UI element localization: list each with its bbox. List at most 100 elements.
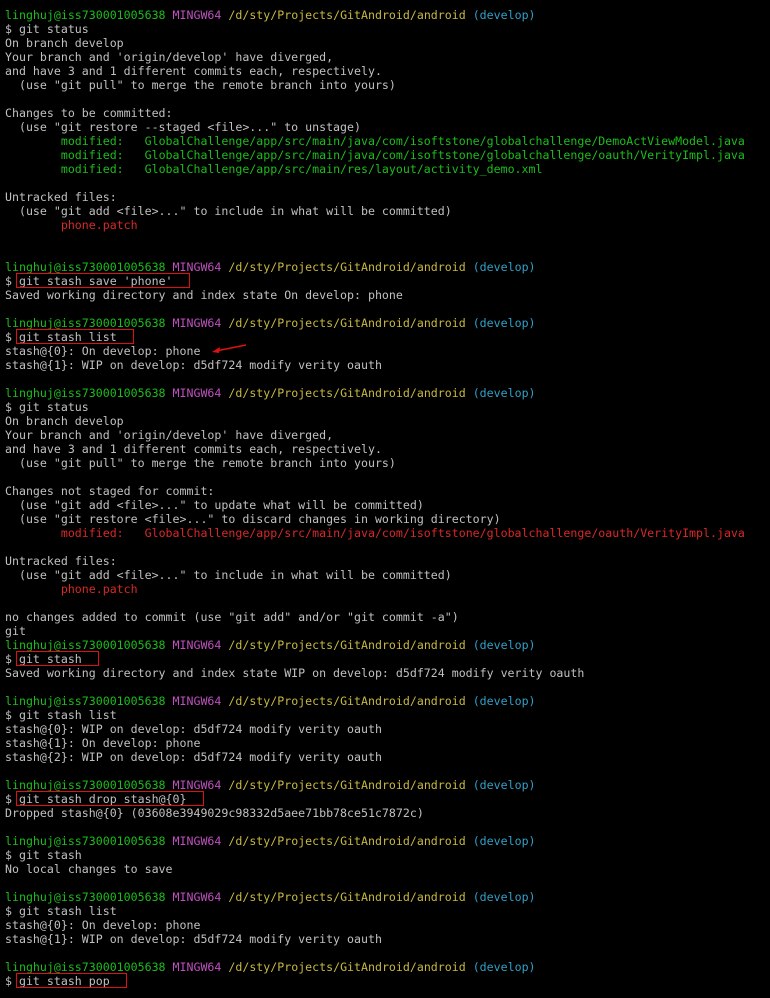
output-text: $ git stash [5, 848, 82, 862]
prompt-path: /d/sty/Projects/GitAndroid/android [228, 960, 466, 974]
untracked-file-name: phone.patch [60, 582, 138, 596]
output-text: (use "git add <file>..." to include in w… [5, 204, 452, 218]
prompt-branch: (develop) [472, 316, 536, 330]
prompt-branch: (develop) [472, 638, 536, 652]
output-text: stash@{0}: WIP on develop: d5df724 modif… [5, 722, 382, 736]
prompt-branch: (develop) [472, 890, 536, 904]
output-line: stash@{2}: WIP on develop: d5df724 modif… [5, 750, 382, 764]
output-text: (use "git pull" to merge the remote bran… [5, 456, 396, 470]
prompt-path: /d/sty/Projects/GitAndroid/android [228, 386, 466, 400]
output-text: $ git stash list [5, 904, 117, 918]
untracked-file-line: phone.patch [5, 582, 138, 596]
prompt-system: MINGW64 [172, 694, 222, 708]
untracked-file-name: phone.patch [60, 218, 138, 232]
prompt-user-host: linghuj@iss730001005638 [5, 386, 166, 400]
prompt-path: /d/sty/Projects/GitAndroid/android [228, 260, 466, 274]
output-line: (use "git restore --staged <file>..." to… [5, 120, 361, 134]
output-line: (use "git add <file>..." to update what … [5, 498, 424, 512]
prompt-line: linghuj@iss730001005638 MINGW64 /d/sty/P… [5, 386, 536, 400]
prompt-line: linghuj@iss730001005638 MINGW64 /d/sty/P… [5, 694, 536, 708]
prompt-branch: (develop) [472, 386, 536, 400]
prompt-branch: (develop) [472, 778, 536, 792]
output-text: Your branch and 'origin/develop' have di… [5, 428, 334, 442]
prompt-branch: (develop) [472, 8, 536, 22]
prompt-system: MINGW64 [172, 890, 222, 904]
command-highlight-box [16, 273, 190, 288]
output-line: $ git stash [5, 848, 82, 862]
output-line: Saved working directory and index state … [5, 288, 403, 302]
prompt-line: linghuj@iss730001005638 MINGW64 /d/sty/P… [5, 316, 536, 330]
prompt-user-host: linghuj@iss730001005638 [5, 316, 166, 330]
output-text: $ git stash list [5, 708, 117, 722]
output-line: On branch develop [5, 36, 124, 50]
prompt-branch: (develop) [472, 834, 536, 848]
output-text: git [5, 624, 26, 638]
output-line: $ git stash list [5, 904, 117, 918]
output-text: and have 3 and 1 different commits each,… [5, 64, 382, 78]
output-text: Saved working directory and index state … [5, 288, 403, 302]
output-line: (use "git restore <file>..." to discard … [5, 512, 501, 526]
prompt-line: linghuj@iss730001005638 MINGW64 /d/sty/P… [5, 778, 536, 792]
output-text: Changes to be committed: [5, 106, 173, 120]
output-line: (use "git add <file>..." to include in w… [5, 568, 452, 582]
output-line: git [5, 624, 26, 638]
output-line: $ git status [5, 22, 89, 36]
prompt-user-host: linghuj@iss730001005638 [5, 260, 166, 274]
output-line: Dropped stash@{0} (03608e3949029c98332d5… [5, 806, 424, 820]
prompt-path: /d/sty/Projects/GitAndroid/android [228, 316, 466, 330]
modified-file-line: modified: GlobalChallenge/app/src/main/j… [5, 148, 745, 162]
prompt-user-host: linghuj@iss730001005638 [5, 890, 166, 904]
output-text: Untracked files: [5, 554, 117, 568]
modified-label: modified: [60, 148, 145, 162]
output-text: Dropped stash@{0} (03608e3949029c98332d5… [5, 806, 424, 820]
output-text: (use "git restore <file>..." to discard … [5, 512, 501, 526]
output-text: On branch develop [5, 414, 124, 428]
output-text: stash@{1}: WIP on develop: d5df724 modif… [5, 932, 382, 946]
output-text: $ git status [5, 400, 89, 414]
prompt-system: MINGW64 [172, 778, 222, 792]
prompt-path: /d/sty/Projects/GitAndroid/android [228, 890, 466, 904]
output-text: No local changes to save [5, 862, 173, 876]
prompt-line: linghuj@iss730001005638 MINGW64 /d/sty/P… [5, 834, 536, 848]
prompt-user-host: linghuj@iss730001005638 [5, 638, 166, 652]
prompt-line: linghuj@iss730001005638 MINGW64 /d/sty/P… [5, 960, 536, 974]
prompt-branch: (develop) [472, 960, 536, 974]
output-line: stash@{0}: On develop: phone [5, 918, 200, 932]
prompt-path: /d/sty/Projects/GitAndroid/android [228, 638, 466, 652]
output-line: $ git status [5, 400, 89, 414]
command-highlight-box [16, 329, 134, 344]
output-text: stash@{1}: On develop: phone [5, 736, 201, 750]
prompt-line: linghuj@iss730001005638 MINGW64 /d/sty/P… [5, 260, 536, 274]
prompt-user-host: linghuj@iss730001005638 [5, 834, 166, 848]
prompt-user-host: linghuj@iss730001005638 [5, 8, 166, 22]
output-line: $ git stash list [5, 708, 117, 722]
prompt-line: linghuj@iss730001005638 MINGW64 /d/sty/P… [5, 638, 536, 652]
output-line: Changes to be committed: [5, 106, 173, 120]
terminal-window[interactable]: linghuj@iss730001005638 MINGW64 /d/sty/P… [0, 0, 770, 998]
prompt-path: /d/sty/Projects/GitAndroid/android [228, 834, 466, 848]
modified-label: modified: [60, 162, 145, 176]
prompt-branch: (develop) [472, 694, 536, 708]
output-text: (use "git add <file>..." to update what … [5, 498, 424, 512]
modified-file-path: GlobalChallenge/app/src/main/java/com/is… [144, 134, 745, 148]
modified-label: modified: [60, 526, 145, 540]
modified-file-line: modified: GlobalChallenge/app/src/main/j… [5, 526, 745, 540]
output-text: Untracked files: [5, 190, 117, 204]
prompt-path: /d/sty/Projects/GitAndroid/android [228, 8, 466, 22]
prompt-system: MINGW64 [172, 960, 222, 974]
command-highlight-box [16, 973, 127, 988]
prompt-user-host: linghuj@iss730001005638 [5, 960, 166, 974]
prompt-user-host: linghuj@iss730001005638 [5, 694, 166, 708]
prompt-branch: (develop) [472, 260, 536, 274]
